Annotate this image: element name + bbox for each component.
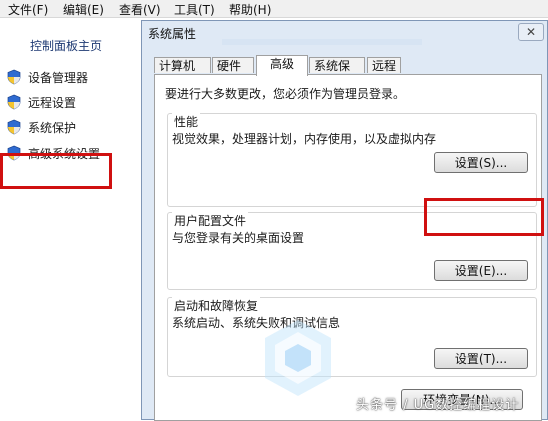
highlight-box-advanced-settings [0,153,112,189]
user-profiles-desc: 与您登录有关的桌面设置 [172,231,305,245]
user-profiles-title: 用户配置文件 [172,212,249,229]
watermark-text: 头条号 / UG数控编程设计 [356,398,520,413]
menu-help[interactable]: 帮助(H) [229,1,271,18]
watermark-logo-icon [265,320,331,396]
tab-hardware[interactable]: 硬件 [212,57,254,73]
advanced-tab-panel: 要进行大多数更改，您必须作为管理员登录。 性能 视觉效果，处理器计划，内存使用，… [154,74,544,421]
menu-view[interactable]: 查看(V) [119,1,161,18]
task-system-protection[interactable]: 系统保护 [6,117,76,137]
task-label: 远程设置 [28,95,77,110]
performance-group: 性能 视觉效果，处理器计划，内存使用，以及虚拟内存 设置(S)... [167,113,537,207]
menu-bar: 文件(F) 编辑(E) 查看(V) 工具(T) 帮助(H) [0,0,548,18]
tab-advanced[interactable]: 高级 [256,55,308,76]
uac-shield-icon [7,119,21,135]
admin-note: 要进行大多数更改，您必须作为管理员登录。 [165,87,406,101]
title-blur [222,39,422,45]
highlight-box-performance-settings [424,198,544,236]
close-icon: ✕ [525,25,537,39]
close-button[interactable]: ✕ [518,23,544,41]
tab-computer-name[interactable]: 计算机名 [154,57,211,89]
uac-shield-icon [7,94,21,110]
tab-system-protection[interactable]: 系统保护 [309,57,365,89]
menu-file[interactable]: 文件(F) [8,1,48,18]
tab-remote[interactable]: 远程 [367,57,401,73]
task-device-manager[interactable]: 设备管理器 [6,67,88,87]
user-profiles-settings-button[interactable]: 设置(E)... [434,260,528,281]
system-properties-dialog: 系统属性 ✕ 计算机名 硬件 高级 系统保护 远程 要进行大多数更改，您必须作为… [141,20,548,421]
startup-recovery-group: 启动和故障恢复 系统启动、系统失败和调试信息 设置(T)... [167,297,537,377]
dialog-title: 系统属性 [148,27,197,41]
task-remote-settings[interactable]: 远程设置 [6,92,76,112]
performance-title: 性能 [172,113,201,130]
performance-settings-button[interactable]: 设置(S)... [434,152,528,173]
task-label: 设备管理器 [28,70,89,85]
performance-desc: 视觉效果，处理器计划，内存使用，以及虚拟内存 [172,132,437,146]
control-panel-sidebar: 控制面板主页 设备管理器 远程设置 系统保护 高级系统设置 [0,18,140,420]
startup-recovery-title: 启动和故障恢复 [172,297,261,314]
uac-shield-icon [7,69,21,85]
control-panel-home-link[interactable]: 控制面板主页 [30,37,102,54]
task-label: 系统保护 [28,120,77,135]
menu-edit[interactable]: 编辑(E) [63,1,104,18]
startup-recovery-settings-button[interactable]: 设置(T)... [434,348,528,369]
menu-tools[interactable]: 工具(T) [174,1,215,18]
